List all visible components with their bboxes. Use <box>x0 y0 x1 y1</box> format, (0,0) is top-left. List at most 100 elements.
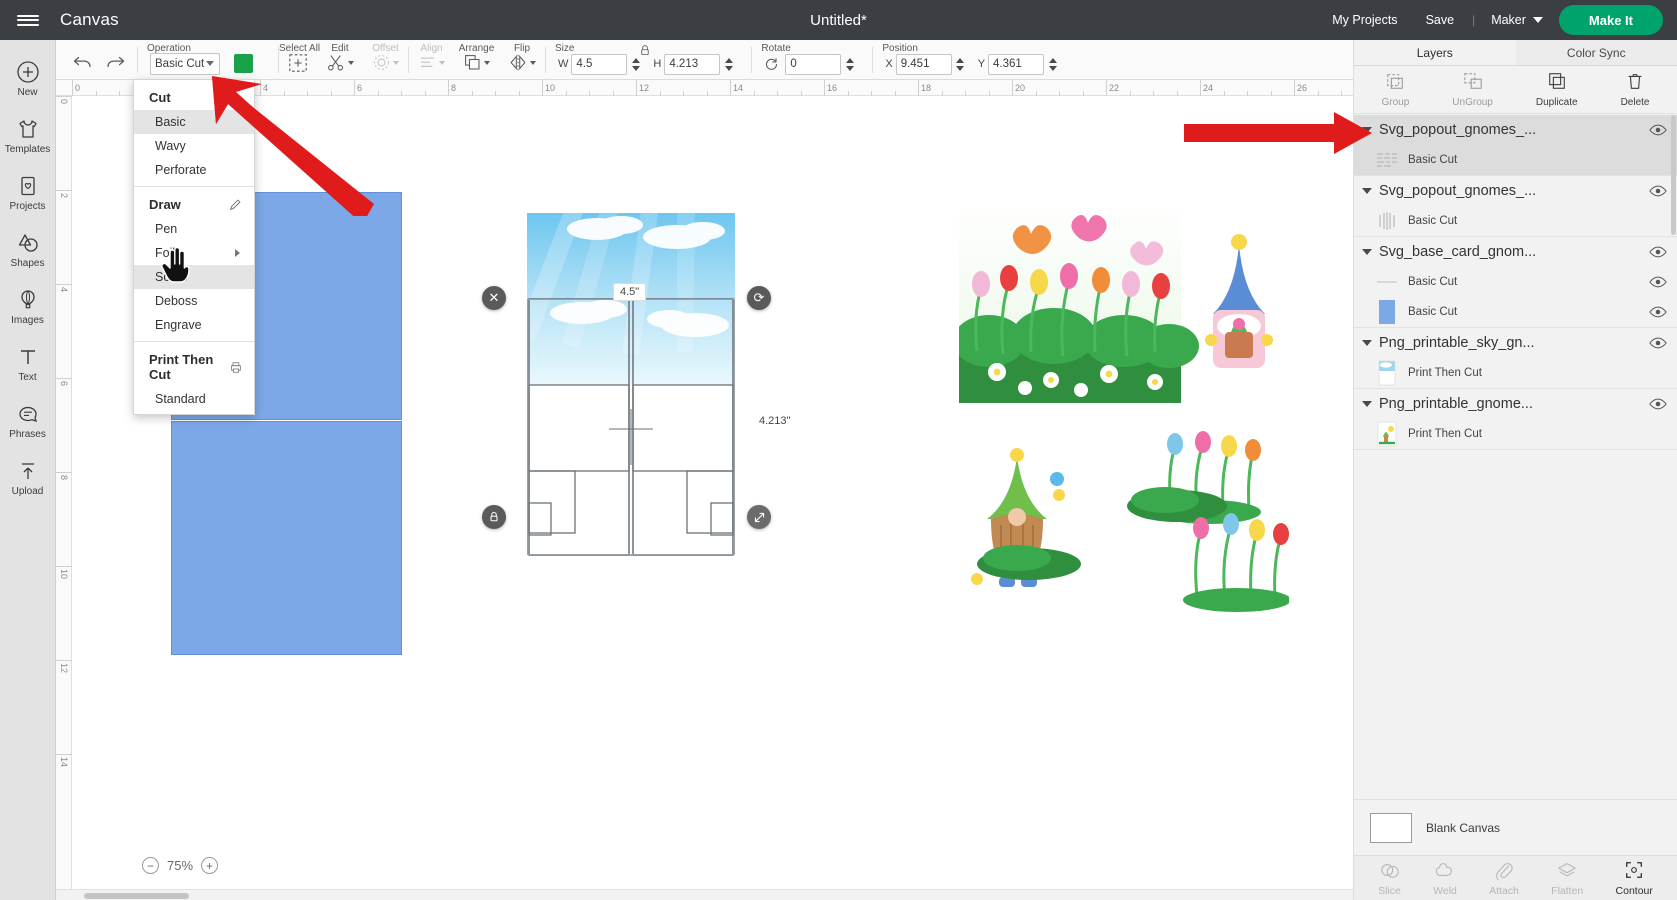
hamburger-icon[interactable] <box>0 0 56 40</box>
panel-tabs[interactable]: LayersColor Sync <box>1354 40 1677 66</box>
undo-button[interactable] <box>70 49 96 75</box>
eye-icon[interactable] <box>1649 275 1667 289</box>
machine-selector[interactable]: Maker <box>1479 13 1559 27</box>
layer-group-header[interactable]: Png_printable_sky_gn... <box>1354 328 1677 358</box>
horizontal-scrollbar[interactable] <box>56 889 1353 900</box>
layer-row[interactable]: Print Then Cut <box>1354 358 1677 388</box>
lock-icon[interactable] <box>638 44 651 57</box>
tab-layers[interactable]: Layers <box>1354 40 1516 65</box>
horizontal-scroll-thumb[interactable] <box>84 893 189 899</box>
width-input[interactable] <box>571 54 627 75</box>
layers-scroll-thumb[interactable] <box>1671 115 1676 235</box>
sidebar-item-text[interactable]: Text <box>0 335 56 392</box>
chevron-down-icon[interactable] <box>1362 188 1372 194</box>
width-stepper[interactable] <box>630 55 641 74</box>
rotate-input[interactable] <box>785 54 841 75</box>
resize-handle[interactable] <box>747 505 771 529</box>
layer-group[interactable]: Svg_popout_gnomes_...Basic Cut <box>1354 115 1677 176</box>
delete-handle[interactable]: ✕ <box>482 286 506 310</box>
layer-row[interactable]: Print Then Cut <box>1354 419 1677 449</box>
lock-handle[interactable] <box>482 505 506 529</box>
layer-group-header[interactable]: Png_printable_gnome... <box>1354 389 1677 419</box>
printable-artwork-group[interactable] <box>959 176 1289 669</box>
layer-group[interactable]: Png_printable_gnome...Print Then Cut <box>1354 389 1677 450</box>
menu-item-engrave[interactable]: Engrave <box>134 313 254 337</box>
select-all-button[interactable] <box>288 51 308 75</box>
layer-tools-bar[interactable]: SliceWeldAttachFlattenContour <box>1354 855 1677 900</box>
x-stepper[interactable] <box>955 55 966 74</box>
tool-contour[interactable]: Contour <box>1616 860 1653 897</box>
flip-button[interactable] <box>508 51 536 75</box>
eye-icon[interactable] <box>1649 336 1667 350</box>
height-field[interactable]: H <box>653 54 734 75</box>
canvas-color-swatch[interactable] <box>1370 813 1412 843</box>
operation-dropdown-menu[interactable]: CutBasicWavyPerforateDrawPenFoilScoreDeb… <box>133 79 255 415</box>
menu-item-score[interactable]: Score <box>134 265 254 289</box>
rotate-field[interactable] <box>785 54 855 75</box>
zoom-in-button[interactable]: + <box>201 857 218 874</box>
chevron-down-icon[interactable] <box>1362 340 1372 346</box>
action-delete[interactable]: Delete <box>1621 71 1650 108</box>
sidebar-item-projects[interactable]: Projects <box>0 164 56 221</box>
chevron-down-icon[interactable] <box>1362 249 1372 255</box>
my-projects-link[interactable]: My Projects <box>1318 13 1411 27</box>
x-input[interactable] <box>896 54 952 75</box>
height-stepper[interactable] <box>723 55 734 74</box>
eye-icon[interactable] <box>1649 123 1667 137</box>
canvas-color-row[interactable]: Blank Canvas <box>1354 799 1677 855</box>
sidebar-item-new[interactable]: New <box>0 50 56 107</box>
operation-color-swatch[interactable] <box>234 54 253 73</box>
chevron-down-icon[interactable] <box>1362 401 1372 407</box>
width-field[interactable]: W <box>558 54 641 75</box>
layer-row[interactable]: Basic Cut <box>1354 267 1677 297</box>
make-it-button[interactable]: Make It <box>1559 5 1663 35</box>
y-field[interactable]: Y <box>978 54 1058 75</box>
sidebar-item-upload[interactable]: Upload <box>0 449 56 506</box>
sidebar-item-phrases[interactable]: Phrases <box>0 392 56 449</box>
sidebar-item-templates[interactable]: Templates <box>0 107 56 164</box>
eye-icon[interactable] <box>1649 397 1667 411</box>
base-card-panel-bottom[interactable] <box>171 421 402 655</box>
panel-actions[interactable]: GroupUnGroupDuplicateDelete <box>1354 66 1677 114</box>
layer-row[interactable]: Basic Cut <box>1354 297 1677 327</box>
menu-item-pen[interactable]: Pen <box>134 217 254 241</box>
layer-group[interactable]: Svg_base_card_gnom...Basic CutBasic Cut <box>1354 237 1677 328</box>
menu-item-wavy[interactable]: Wavy <box>134 134 254 158</box>
menu-item-perforate[interactable]: Perforate <box>134 158 254 182</box>
layers-list[interactable]: Svg_popout_gnomes_...Basic CutSvg_popout… <box>1354 115 1677 768</box>
arrange-button[interactable] <box>463 51 490 75</box>
tab-color-sync[interactable]: Color Sync <box>1516 40 1677 65</box>
canvas-board[interactable]: ✕ ⟳ 4.5" 4.213" <box>72 96 1353 900</box>
layer-group-header[interactable]: Svg_popout_gnomes_... <box>1354 176 1677 206</box>
layer-row[interactable]: Basic Cut <box>1354 206 1677 236</box>
zoom-out-button[interactable]: − <box>142 857 159 874</box>
eye-icon[interactable] <box>1649 245 1667 259</box>
action-duplicate[interactable]: Duplicate <box>1536 71 1578 108</box>
eye-icon[interactable] <box>1649 305 1667 319</box>
menu-item-basic[interactable]: Basic <box>134 110 254 134</box>
menu-item-foil[interactable]: Foil <box>134 241 254 265</box>
menu-item-standard[interactable]: Standard <box>134 387 254 411</box>
sidebar-item-shapes[interactable]: Shapes <box>0 221 56 278</box>
eye-icon[interactable] <box>1649 184 1667 198</box>
layer-row[interactable]: Basic Cut <box>1354 145 1677 175</box>
save-button[interactable]: Save <box>1412 13 1469 27</box>
layer-group[interactable]: Svg_popout_gnomes_...Basic Cut <box>1354 176 1677 237</box>
y-stepper[interactable] <box>1047 55 1058 74</box>
zoom-control[interactable]: − 75% + <box>142 857 218 874</box>
layer-group[interactable]: Png_printable_sky_gn...Print Then Cut <box>1354 328 1677 389</box>
layers-scrollbar[interactable] <box>1670 115 1677 768</box>
redo-button[interactable] <box>102 49 128 75</box>
sidebar-item-images[interactable]: Images <box>0 278 56 335</box>
y-input[interactable] <box>988 54 1044 75</box>
selected-popout-card[interactable]: ✕ ⟳ 4.5" 4.213" <box>527 213 735 643</box>
operation-select[interactable]: Basic Cut <box>150 53 220 75</box>
x-field[interactable]: X <box>885 54 965 75</box>
edit-button[interactable] <box>326 51 354 75</box>
height-input[interactable] <box>664 54 720 75</box>
layer-group-header[interactable]: Svg_popout_gnomes_... <box>1354 115 1677 145</box>
chevron-down-icon[interactable] <box>1362 127 1372 133</box>
layer-group-header[interactable]: Svg_base_card_gnom... <box>1354 237 1677 267</box>
rotate-handle[interactable]: ⟳ <box>747 286 771 310</box>
rotate-stepper[interactable] <box>844 55 855 74</box>
